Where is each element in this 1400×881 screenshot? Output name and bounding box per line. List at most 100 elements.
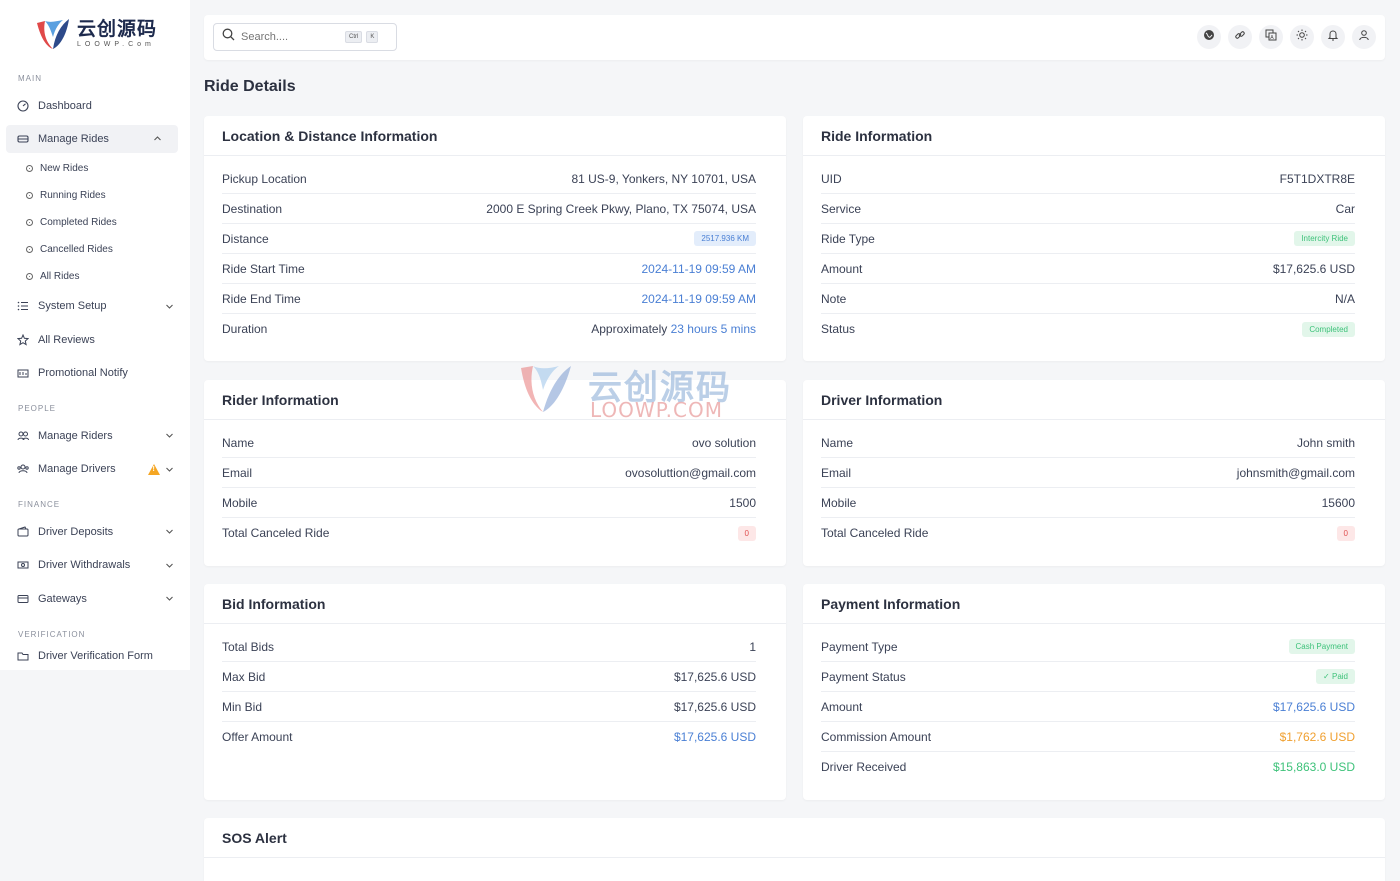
driver-email-value: johnsmith@gmail.com — [1236, 465, 1355, 480]
sidebar-item-manage-drivers[interactable]: Manage Drivers ! — [0, 453, 190, 487]
driver-received-value: $15,863.0 USD — [1272, 760, 1355, 774]
sidebar-subitem-all-rides[interactable]: All Rides — [0, 263, 190, 290]
sidebar-subitem-new-rides[interactable]: New Rides — [0, 155, 190, 182]
circle-dot-icon — [26, 218, 33, 226]
location-card: Location & Distance Information Pickup L… — [204, 116, 786, 361]
sidebar-item-label: System Setup — [38, 300, 107, 313]
ride-type-badge: Intercity Ride — [1294, 231, 1355, 246]
start-time-value: 2024-11-19 09:59 AM — [641, 261, 756, 276]
payment-info-card: Payment Information Payment Type Cash Pay… — [803, 584, 1385, 800]
chevron-down-icon — [164, 527, 174, 537]
duration-value: Approximately 23 hours 5 mins — [591, 322, 756, 336]
row-label: Min Bid — [222, 699, 263, 714]
row-label: Commission Amount — [821, 729, 932, 744]
sidebar-item-label: Gateways — [38, 592, 87, 605]
row-rider-mobile: Mobile 1500 — [222, 488, 756, 518]
amount-value: $17,625.6 USD — [1272, 261, 1355, 276]
translate-icon: A — [1265, 28, 1277, 46]
sidebar-item-manage-riders[interactable]: Manage Riders — [0, 419, 190, 453]
row-label: Payment Type — [821, 639, 898, 654]
row-payment-amount: Amount $17,625.6 USD — [821, 692, 1355, 722]
row-label: Name — [222, 435, 255, 450]
row-status: Status Completed — [821, 314, 1355, 344]
sidebar-item-driver-deposits[interactable]: Driver Deposits — [0, 515, 190, 549]
chevron-down-icon — [164, 431, 174, 441]
users-icon — [16, 429, 30, 443]
sidebar-subitem-completed-rides[interactable]: Completed Rides — [0, 209, 190, 236]
row-min-bid: Min Bid $17,625.6 USD — [222, 692, 756, 722]
row-rider-email: Email ovosoluttion@gmail.com — [222, 458, 756, 488]
kbd-k: K — [366, 31, 379, 43]
row-label: Duration — [222, 322, 268, 336]
link-button[interactable] — [1228, 25, 1252, 49]
driver-canceled-badge: 0 — [1336, 525, 1355, 541]
sidebar-item-dashboard[interactable]: Dashboard — [0, 89, 190, 123]
row-rider-canceled: Total Canceled Ride 0 — [222, 518, 756, 548]
sidebar-item-gateways[interactable]: Gateways — [0, 582, 190, 616]
row-distance: Distance 2517.936 KM — [222, 224, 756, 254]
row-label: Email — [821, 465, 852, 480]
row-label: Offer Amount — [222, 730, 293, 744]
search-icon — [222, 28, 235, 46]
notifications-button[interactable] — [1321, 25, 1345, 49]
row-label: Pickup Location — [222, 171, 307, 186]
sidebar-item-system-setup[interactable]: System Setup — [0, 290, 190, 324]
brand-logo[interactable]: 云创源码 LOOWP.Com — [0, 0, 190, 60]
sidebar-subitem-cancelled-rides[interactable]: Cancelled Rides — [0, 236, 190, 263]
sidebar-item-label: Driver Verification Form — [38, 649, 153, 662]
star-icon — [16, 333, 30, 347]
row-label: Total Bids — [222, 639, 275, 654]
payment-type-badge: Cash Payment — [1288, 639, 1355, 654]
check-icon: ✓ — [1323, 672, 1332, 681]
card-title: Driver Information — [803, 380, 1385, 420]
sidebar-item-promotional-notify[interactable]: Promotional Notify — [0, 357, 190, 391]
row-payment-status: Payment Status ✓ Paid — [821, 662, 1355, 692]
row-offer-amount: Offer Amount $17,625.6 USD — [222, 722, 756, 752]
sidebar-subitem-label: Completed Rides — [40, 216, 117, 228]
topbar: Ctrl K A — [204, 15, 1385, 60]
chevron-down-icon — [164, 560, 174, 570]
search-box[interactable]: Ctrl K — [213, 23, 397, 51]
sidebar: 云创源码 LOOWP.Com MAIN Dashboard Manage Rid… — [0, 0, 190, 670]
theme-toggle-button[interactable] — [1290, 25, 1314, 49]
sidebar-item-driver-withdrawals[interactable]: Driver Withdrawals — [0, 549, 190, 583]
row-label: Email — [222, 465, 253, 480]
row-label: Ride Start Time — [222, 261, 305, 276]
row-amount: Amount $17,625.6 USD — [821, 254, 1355, 284]
profile-button[interactable] — [1352, 25, 1376, 49]
row-commission: Commission Amount $1,762.6 USD — [821, 722, 1355, 752]
row-label: Amount — [821, 261, 863, 276]
sidebar-item-label: Manage Riders — [38, 429, 113, 442]
logo-icon — [33, 15, 71, 51]
row-uid: UID F5T1DXTR8E — [821, 164, 1355, 194]
search-input[interactable] — [241, 31, 341, 43]
globe-button[interactable] — [1197, 25, 1221, 49]
steering-users-icon — [16, 462, 30, 476]
service-value: Car — [1335, 201, 1355, 216]
row-label: Total Canceled Ride — [821, 526, 929, 540]
row-label: Max Bid — [222, 669, 266, 684]
ride-info-card: Ride Information UID F5T1DXTR8E Service Ca… — [803, 116, 1385, 361]
payment-status-text: Paid — [1331, 672, 1348, 681]
car-icon — [16, 132, 30, 146]
sidebar-subitem-label: All Rides — [40, 270, 80, 282]
row-total-bids: Total Bids 1 — [222, 632, 756, 662]
row-label: Destination — [222, 201, 283, 216]
sidebar-item-manage-rides[interactable]: Manage Rides — [6, 124, 178, 153]
card-title: Ride Information — [803, 116, 1385, 156]
sidebar-item-all-reviews[interactable]: All Reviews — [0, 323, 190, 357]
payment-status-badge: ✓ Paid — [1316, 669, 1355, 684]
page-title: Ride Details — [204, 78, 296, 95]
row-label: Ride Type — [821, 231, 875, 246]
rider-name-value: ovo solution — [691, 435, 756, 450]
duration-prefix: Approximately — [591, 322, 668, 336]
chevron-down-icon — [164, 301, 174, 311]
sun-icon — [1296, 28, 1308, 46]
bell-icon — [1327, 28, 1339, 46]
sidebar-item-driver-verification-form[interactable]: Driver Verification Form — [0, 645, 190, 667]
sidebar-subitem-running-rides[interactable]: Running Rides — [0, 182, 190, 209]
row-ride-type: Ride Type Intercity Ride — [821, 224, 1355, 254]
logo-text-cn: 云创源码 — [76, 17, 157, 40]
warning-icon: ! — [148, 463, 160, 475]
translate-button[interactable]: A — [1259, 25, 1283, 49]
